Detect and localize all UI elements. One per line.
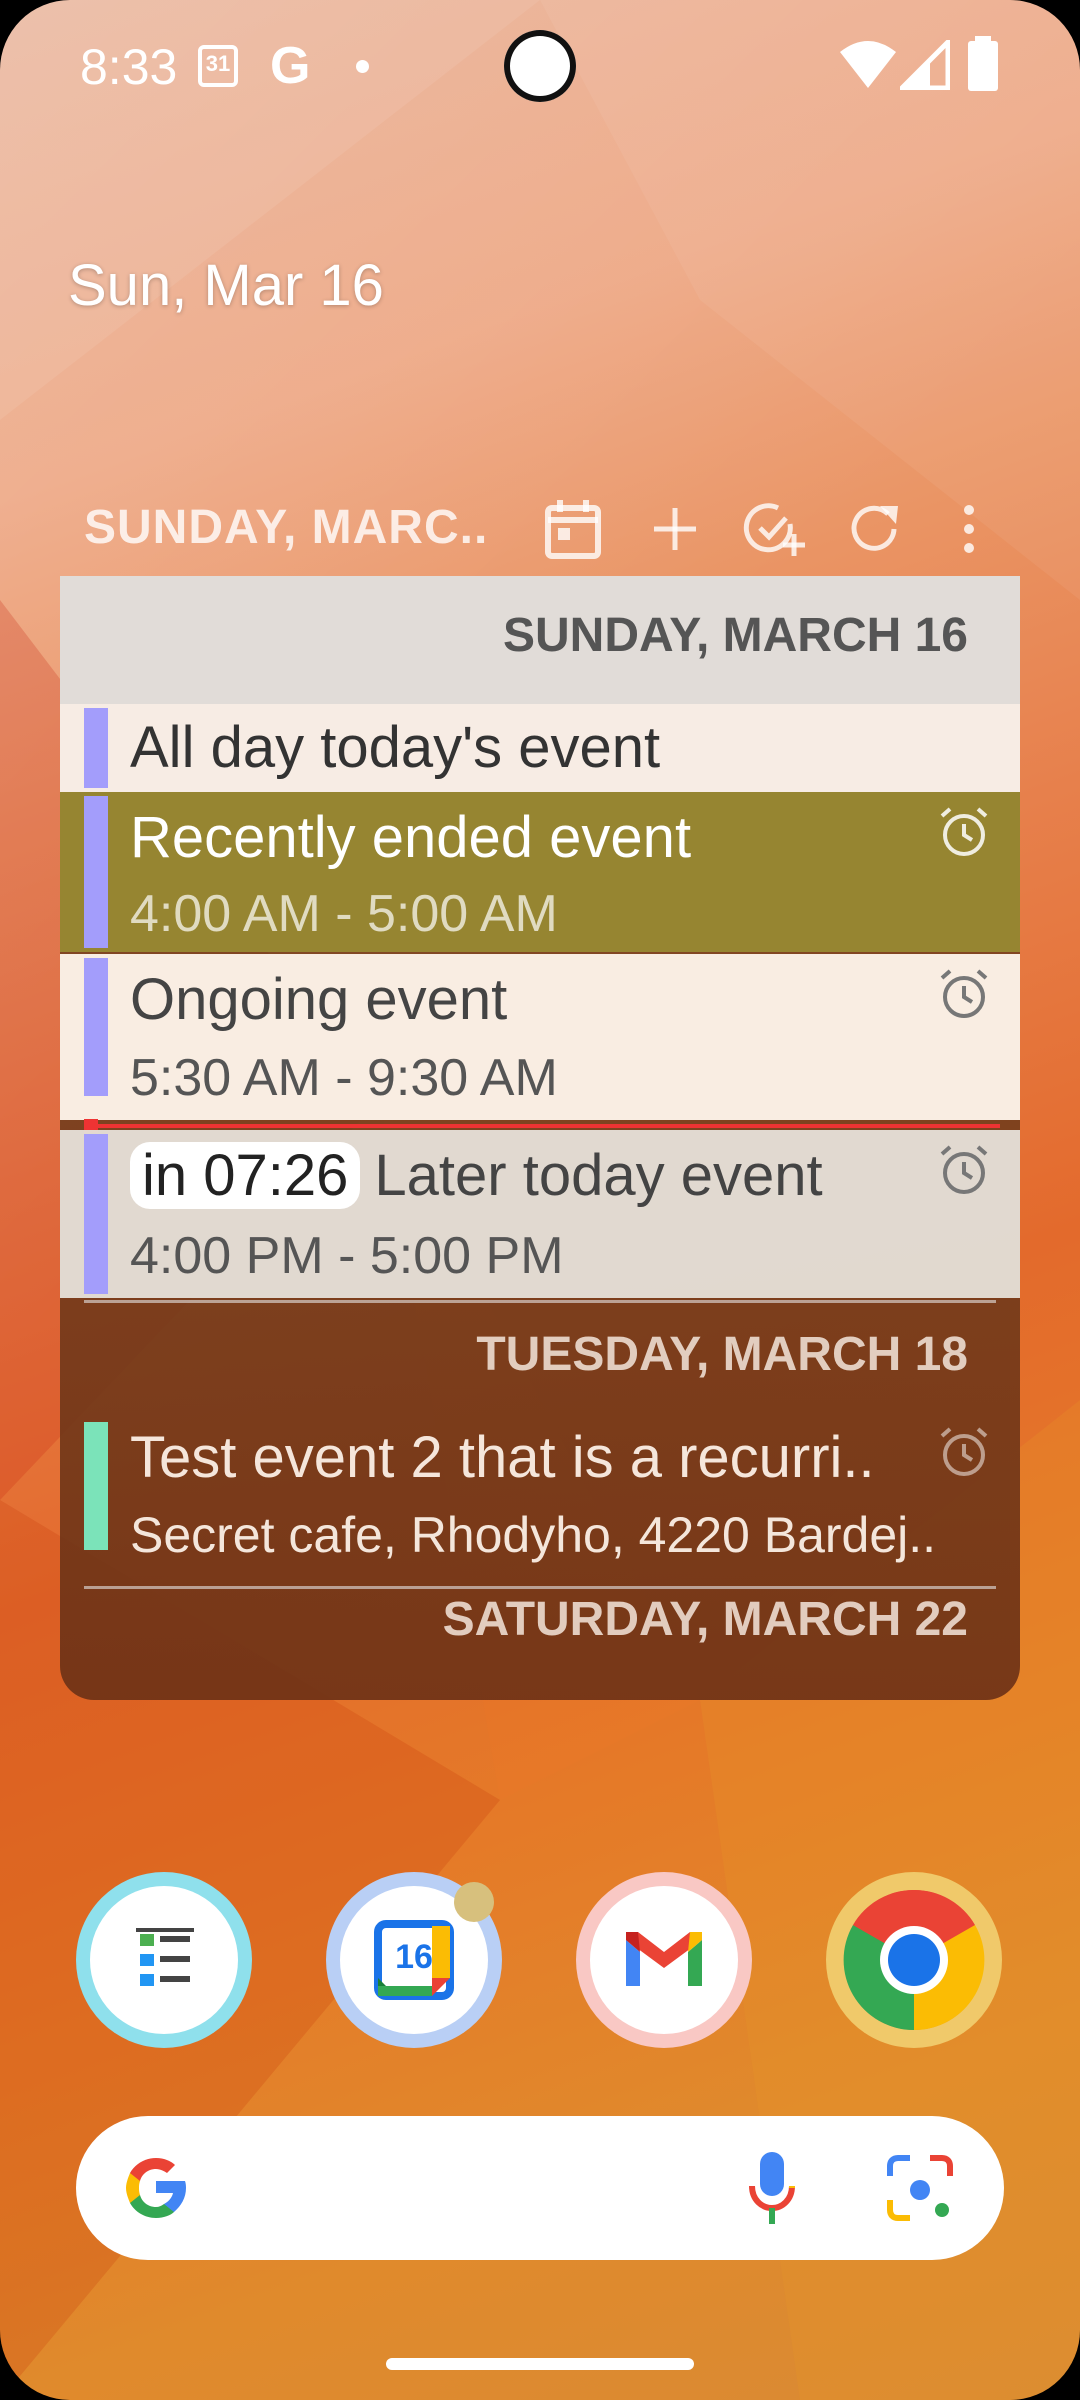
battery-icon [968, 36, 998, 91]
notification-dot [454, 1882, 494, 1922]
google-icon: G [270, 37, 311, 95]
tasks-app-inner [90, 1886, 238, 2034]
event-title: Later today event [374, 1143, 823, 1208]
event-color-bar [84, 708, 108, 788]
refresh-icon[interactable] [840, 494, 910, 564]
status-time: 8:33 [80, 39, 178, 95]
day-header[interactable]: TUESDAY, MARCH 18 [60, 1302, 1020, 1412]
event-time: 4:00 AM - 5:00 AM [130, 885, 558, 943]
alarm-icon [940, 969, 988, 1018]
event-row[interactable]: Test event 2 that is a recurri.. Secret … [60, 1412, 1020, 1580]
dot-icon [356, 60, 369, 73]
event-time: 5:30 AM - 9:30 AM [130, 1049, 558, 1107]
day-header[interactable]: SUNDAY, MARCH 16 [60, 576, 1020, 704]
tasks-app-icon[interactable] [76, 1872, 252, 2048]
signal-icon [900, 40, 950, 90]
event-color-bar [84, 1422, 108, 1550]
widget-header-title[interactable]: SUNDAY, MARC.. [84, 500, 488, 555]
add-icon[interactable] [640, 494, 710, 564]
google-g-icon [126, 2158, 186, 2218]
home-date[interactable]: Sun, Mar 16 [68, 252, 384, 319]
microphone-icon[interactable] [744, 2148, 800, 2228]
event-location: Secret cafe, Rhodyho, 4220 Bardej.. [130, 1507, 937, 1563]
event-title-line: in 07:26 Later today event [130, 1142, 823, 1209]
countdown-badge: in 07:26 [130, 1142, 361, 1209]
event-color-bar [84, 958, 108, 1096]
event-title: Ongoing event [130, 967, 508, 1032]
navigation-handle[interactable] [386, 2358, 694, 2370]
chrome-icon [843, 1889, 985, 2031]
day-header[interactable]: SATURDAY, MARCH 22 [60, 1580, 1020, 1690]
alarm-icon [940, 1427, 988, 1476]
lens-icon[interactable] [884, 2152, 956, 2224]
alarm-icon [940, 1145, 988, 1194]
wifi-icon [840, 41, 896, 88]
event-color-bar [84, 796, 108, 948]
calendar-widget-list[interactable]: SUNDAY, MARCH 16 All day today's event R… [60, 576, 1020, 1700]
event-color-bar [84, 1134, 108, 1294]
home-screen: 8:33 31 G Sun, Mar 16 SUNDAY, MARC.. SUN… [0, 0, 1080, 2400]
calendar-widget-header: SUNDAY, MARC.. [60, 480, 1020, 576]
event-row[interactable]: Recently ended event 4:00 AM - 5:00 AM [60, 792, 1020, 952]
chrome-app-icon[interactable] [826, 1872, 1002, 2048]
gmail-app-icon[interactable] [576, 1872, 752, 2048]
alarm-icon [940, 807, 988, 856]
camera-cutout [504, 30, 576, 102]
calendar-icon[interactable] [538, 494, 608, 564]
event-row[interactable]: in 07:26 Later today event 4:00 PM - 5:00… [60, 1130, 1020, 1298]
event-time: 4:00 PM - 5:00 PM [130, 1227, 564, 1285]
event-title: All day today's event [130, 715, 661, 780]
event-row[interactable]: Ongoing event 5:30 AM - 9:30 AM [60, 954, 1020, 1120]
gmail-icon [626, 1932, 702, 1986]
list-icon [136, 1928, 194, 1986]
chrome-app-inner [840, 1886, 988, 2034]
gmail-app-inner [590, 1886, 738, 2034]
more-vert-icon[interactable] [934, 494, 1004, 564]
calendar-app-date: 16 [395, 1938, 433, 1976]
add-task-icon[interactable] [738, 494, 808, 564]
current-time-line [92, 1124, 1000, 1128]
event-title: Test event 2 that is a recurri.. [130, 1425, 875, 1490]
calendar-notification-icon: 31 [198, 45, 238, 87]
event-title: Recently ended event [130, 805, 692, 870]
event-row[interactable]: All day today's event [60, 704, 1020, 792]
search-bar[interactable] [76, 2116, 1004, 2260]
